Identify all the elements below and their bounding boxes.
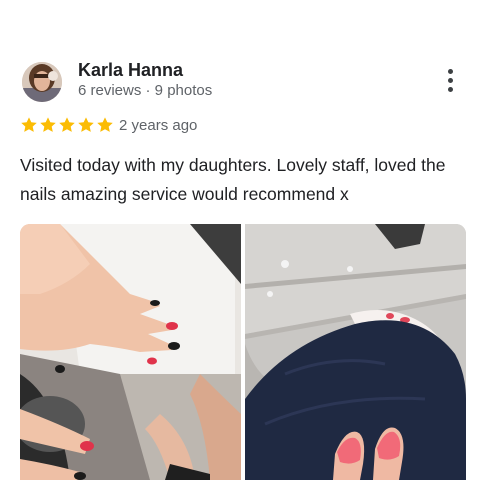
star-icon	[40, 117, 56, 132]
more-vert-icon	[448, 69, 453, 74]
avatar[interactable]	[22, 62, 62, 102]
star-icon	[59, 117, 75, 132]
avatar-image	[22, 62, 62, 102]
reviewer-name[interactable]: Karla Hanna	[78, 60, 183, 81]
review-photo-1[interactable]	[20, 224, 241, 480]
more-vert-icon-dot	[448, 78, 453, 83]
star-rating	[20, 116, 114, 134]
reviewer-meta: 6 reviews · 9 photos	[78, 82, 213, 99]
more-options-button[interactable]	[440, 66, 460, 96]
review-text: Visited today with my daughters. Lovely …	[20, 155, 446, 204]
review-date: 2 years ago	[119, 117, 198, 134]
nails-photo-knee	[245, 224, 466, 480]
more-vert-icon-dot	[448, 87, 453, 92]
review-photo-2[interactable]	[245, 224, 466, 480]
star-icon	[78, 117, 94, 132]
star-icon	[21, 117, 37, 132]
star-icon	[97, 117, 113, 132]
nails-photo-hand	[20, 224, 241, 480]
